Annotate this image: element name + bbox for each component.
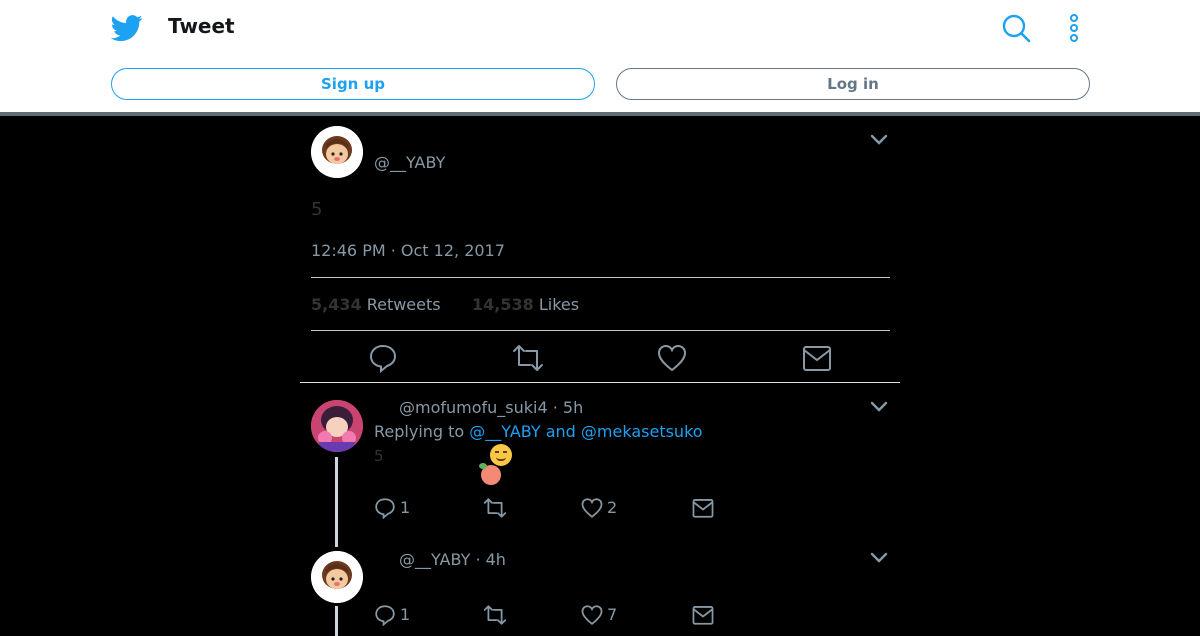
chevron-down-icon[interactable]: [870, 134, 888, 146]
likes-stat[interactable]: 14,538 Likes: [472, 295, 579, 314]
page-title: Tweet: [168, 14, 235, 38]
like-icon[interactable]: [581, 604, 603, 626]
retweets-count: 5,434: [311, 295, 362, 314]
twitter-bird-icon[interactable]: [111, 12, 143, 44]
replying-to: Replying to @__YABY and @mekasetsuko: [374, 422, 703, 441]
tweet-handle[interactable]: @__YABY: [374, 153, 445, 172]
reply-icon[interactable]: [374, 604, 396, 626]
avatar-image: [311, 126, 363, 178]
divider: [0, 112, 1200, 116]
chevron-down-icon[interactable]: [870, 401, 888, 413]
retweet-icon[interactable]: [512, 343, 544, 373]
retweets-label: Retweets: [366, 295, 441, 314]
more-vertical-icon[interactable]: [1062, 13, 1086, 43]
dm-icon[interactable]: [692, 604, 714, 626]
divider: [311, 330, 890, 331]
reply-icon[interactable]: [368, 343, 398, 373]
reply-text: 5: [374, 447, 384, 465]
peach-emoji: [479, 463, 501, 485]
top-bar: Tweet Sign up Log in: [0, 0, 1200, 113]
search-icon[interactable]: [1001, 13, 1031, 43]
retweets-stat[interactable]: 5,434 Retweets: [311, 295, 441, 314]
avatar[interactable]: [311, 400, 363, 452]
avatar-image: [311, 551, 363, 603]
reply-handle-time[interactable]: @mofumofu_suki4 · 5h: [399, 398, 583, 417]
retweet-icon[interactable]: [483, 604, 507, 626]
reply-handle-time[interactable]: @__YABY · 4h: [399, 550, 506, 569]
reply-icon[interactable]: [374, 497, 396, 519]
avatar[interactable]: [311, 126, 363, 178]
tweet-timestamp[interactable]: 12:46 PM · Oct 12, 2017: [311, 241, 505, 260]
thread-line: [335, 457, 338, 547]
reply-count: 1: [400, 498, 411, 517]
signup-button[interactable]: Sign up: [111, 68, 595, 100]
likes-label: Likes: [538, 295, 580, 314]
chevron-down-icon[interactable]: [870, 552, 888, 564]
retweet-icon[interactable]: [483, 497, 507, 519]
divider: [300, 382, 900, 383]
avatar-image: [311, 400, 363, 452]
dm-icon[interactable]: [692, 497, 714, 519]
thread-line: [335, 606, 338, 636]
likes-count: 14,538: [472, 295, 534, 314]
like-icon[interactable]: [657, 343, 687, 373]
replying-to-link[interactable]: @__YABY and @mekasetsuko: [469, 422, 702, 441]
reply-count: 1: [400, 605, 411, 624]
like-count: 2: [607, 498, 618, 517]
like-icon[interactable]: [581, 497, 603, 519]
divider: [311, 277, 890, 278]
tweet-text: 5: [311, 199, 323, 220]
replying-prefix: Replying to: [374, 422, 465, 441]
login-button[interactable]: Log in: [616, 68, 1090, 100]
dm-icon[interactable]: [802, 343, 832, 373]
avatar[interactable]: [311, 551, 363, 603]
like-count: 7: [607, 605, 618, 624]
smiling-emoji: [490, 444, 512, 466]
